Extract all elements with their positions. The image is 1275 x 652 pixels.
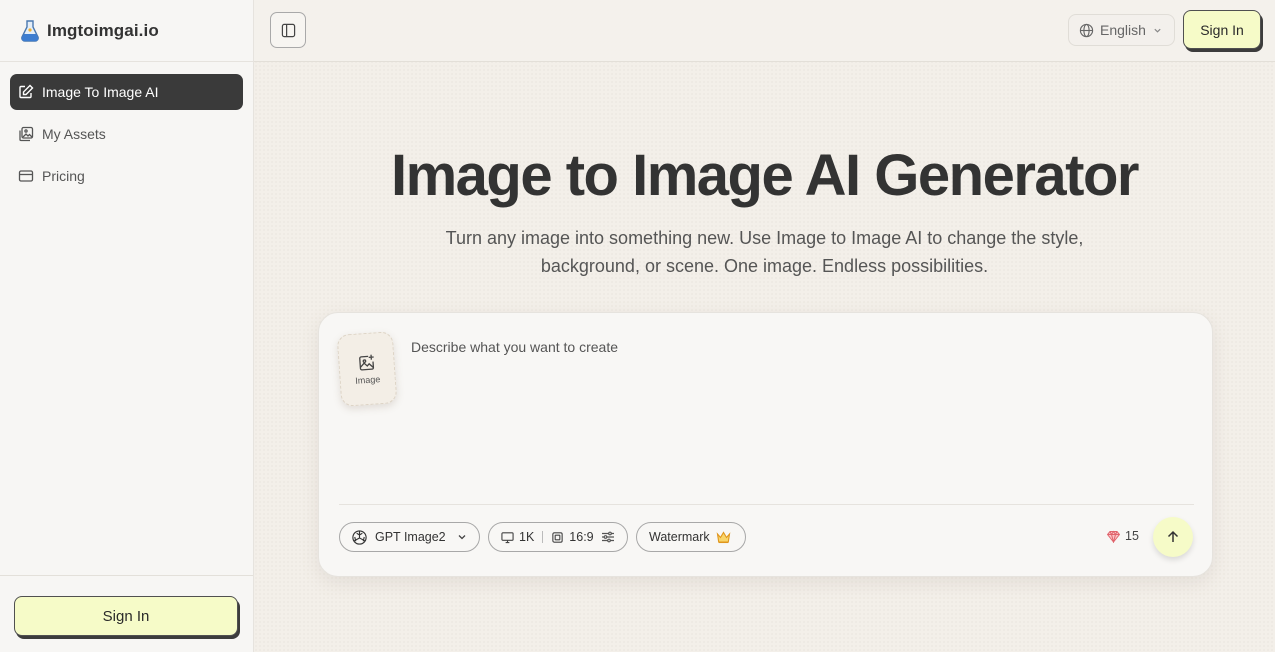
image-add-icon — [359, 354, 375, 370]
monitor-icon — [501, 531, 514, 543]
sidebar-item-image-to-image[interactable]: Image To Image AI — [10, 74, 243, 110]
sidebar-item-label: Pricing — [42, 168, 85, 184]
resolution-label: 1K — [519, 530, 535, 544]
sidebar-item-pricing[interactable]: Pricing — [10, 158, 243, 194]
sliders-icon — [601, 531, 614, 543]
output-settings-button[interactable]: 1K 16:9 — [488, 522, 628, 552]
gem-icon — [1107, 530, 1120, 543]
language-select[interactable]: English — [1068, 14, 1175, 46]
sidebar-toggle-icon — [281, 23, 295, 37]
sidebar-nav: Image To Image AI My Assets Pricing — [0, 62, 253, 212]
generate-button[interactable] — [1153, 517, 1193, 557]
arrow-up-icon — [1167, 530, 1179, 542]
divider — [339, 504, 1194, 505]
sidebar-item-label: My Assets — [42, 126, 106, 142]
credits-badge: 15 — [1107, 529, 1139, 543]
top-bar: English Sign In — [254, 0, 1275, 62]
prompt-input[interactable] — [411, 339, 1191, 489]
header-sign-in-button[interactable]: Sign In — [1183, 10, 1261, 49]
crown-icon — [716, 530, 730, 543]
openai-logo-icon — [352, 529, 367, 545]
chevron-down-icon — [1154, 28, 1161, 33]
page-subtitle: Turn any image into something new. Use I… — [445, 228, 1084, 276]
sidebar-item-my-assets[interactable]: My Assets — [10, 116, 243, 152]
sidebar-item-label: Image To Image AI — [42, 84, 159, 100]
sidebar-toggle-button[interactable] — [270, 12, 306, 48]
edit-icon — [18, 84, 34, 100]
card-icon — [18, 168, 34, 184]
separator — [542, 531, 544, 543]
sidebar-sign-in-button[interactable]: Sign In — [14, 596, 238, 636]
image-upload-button[interactable]: Image — [336, 331, 398, 407]
language-label: English — [1100, 22, 1146, 38]
globe-icon — [1079, 23, 1094, 37]
model-select[interactable]: GPT Image2 — [339, 522, 480, 552]
aspect-ratio-label: 16:9 — [569, 530, 594, 544]
page-title: Image to Image AI Generator — [390, 143, 1140, 208]
sidebar: Imgtoimgai.io Image To Image AI My Asset… — [0, 0, 254, 652]
generator-card: Image GPT Image2 1K 16 — [318, 312, 1213, 577]
watermark-toggle[interactable]: Watermark — [636, 522, 746, 552]
aspect-ratio-icon — [552, 531, 563, 543]
watermark-label: Watermark — [649, 530, 710, 544]
main-content: English Sign In Image to Image AI Genera… — [254, 0, 1275, 652]
credits-count: 15 — [1125, 529, 1139, 543]
chevron-down-icon — [458, 535, 466, 540]
flask-logo-icon — [21, 19, 39, 42]
brand[interactable]: Imgtoimgai.io — [0, 0, 253, 62]
sidebar-footer: Sign In — [0, 575, 253, 652]
model-label: GPT Image2 — [375, 530, 446, 544]
upload-label: Image — [354, 373, 381, 386]
brand-name: Imgtoimgai.io — [47, 20, 159, 40]
images-icon — [18, 126, 34, 142]
